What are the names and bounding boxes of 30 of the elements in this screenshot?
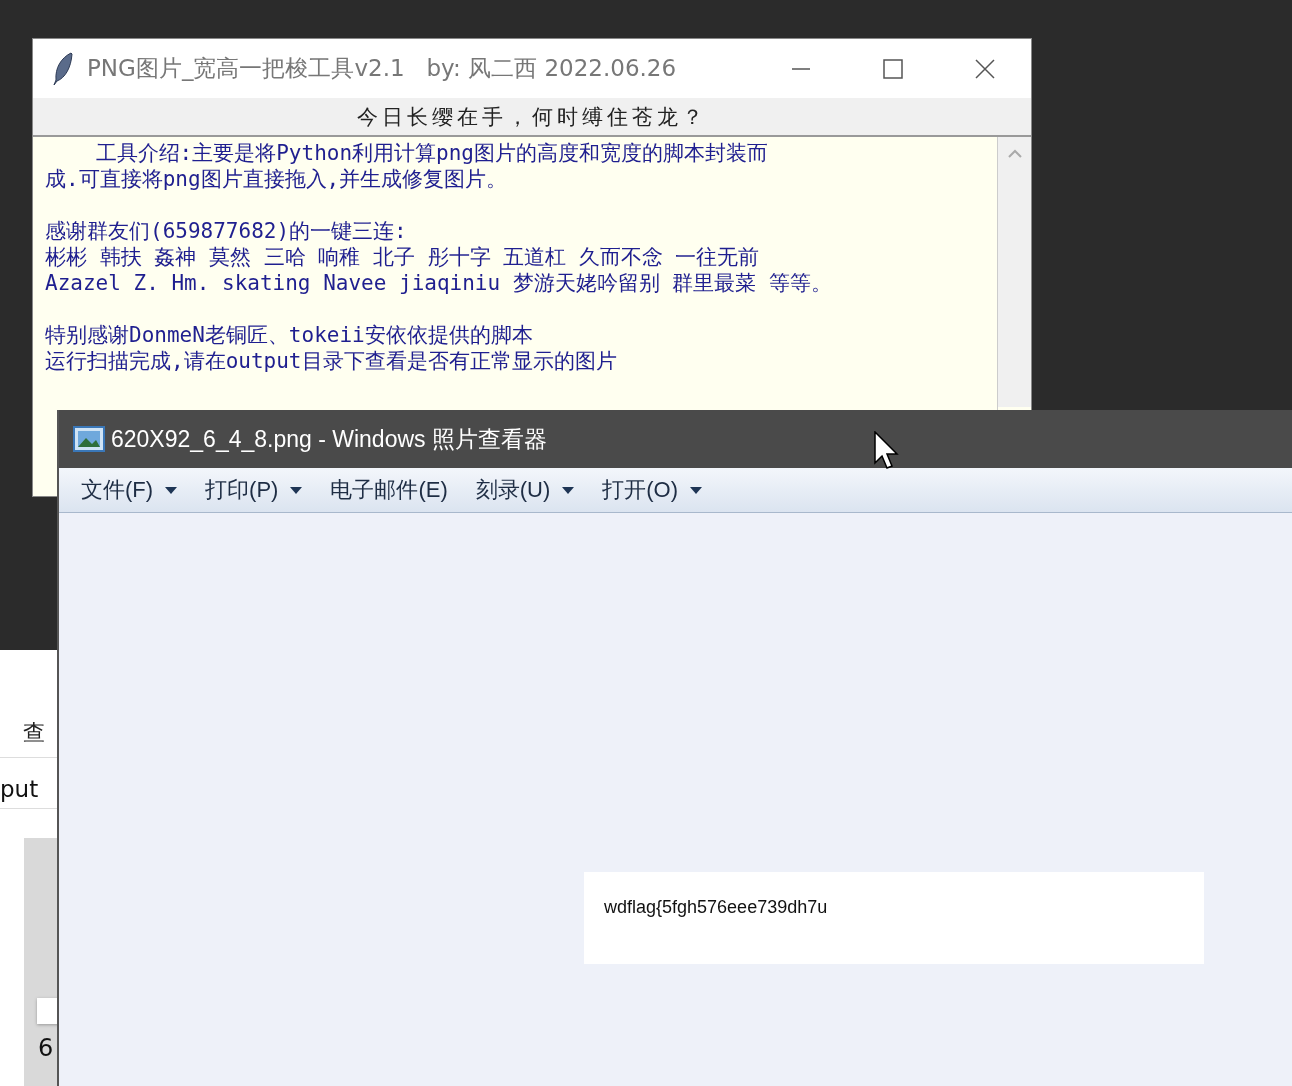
text-line: 运行扫描完成,请在output目录下查看是否有正常显示的图片 (45, 348, 618, 374)
thumbnail[interactable] (37, 998, 58, 1024)
window-title: 620X92_6_4_8.png - Windows 照片查看器 (111, 424, 547, 454)
scrollbar[interactable] (998, 137, 1031, 407)
window-title: PNG图片_宽高一把梭工具v2.1 by: 风二西 2022.06.26 (87, 54, 677, 83)
caret-icon (165, 486, 178, 494)
text-line: 特别感谢DonmeN老铜匠、tokeii安依依提供的脚本 (45, 322, 534, 348)
text-line: 彬彬 韩扶 姦神 莫然 三哈 响稚 北子 彤十字 五道杠 久而不念 一往无前 (45, 244, 761, 270)
caret-icon (562, 486, 575, 494)
scroll-up-icon[interactable] (1007, 149, 1022, 159)
text-line: Azazel Z. Hm. skating Navee jiaqiniu 梦游天姥吟留别 群里最菜 等等。 (45, 270, 834, 296)
feather-icon (51, 51, 75, 86)
menu-item[interactable]: 打开(O) (600, 475, 705, 505)
file-name: 6 (38, 1034, 54, 1062)
image-text: wdflag{5fgh576eee739dh7u (604, 897, 828, 918)
tab-label[interactable]: 查 (23, 718, 45, 748)
menu-item[interactable]: 刻录(U) (473, 475, 577, 505)
maximize-icon[interactable] (883, 58, 903, 79)
heading-text: 今日长缨在手，何时缚住苍龙？ (356, 104, 708, 131)
cursor-icon (874, 431, 900, 471)
menu-item[interactable]: 文件(F) (79, 475, 180, 505)
menu-item[interactable]: 电子邮件(E) (328, 475, 450, 505)
text-line: 工具介绍:主要是将Python利用计算png图片的高度和宽度的脚本封装而 (94, 140, 769, 166)
text-line: 成.可直接将png图片直接拖入,并生成修复图片。 (45, 166, 509, 192)
close-icon[interactable] (975, 58, 995, 79)
menu-item[interactable]: 打印(P) (203, 475, 305, 505)
caret-icon (690, 486, 703, 494)
photo-icon (73, 426, 105, 452)
caret-icon (290, 486, 303, 494)
text-line: 感谢群友们(659877682)的一键三连: (45, 218, 408, 244)
